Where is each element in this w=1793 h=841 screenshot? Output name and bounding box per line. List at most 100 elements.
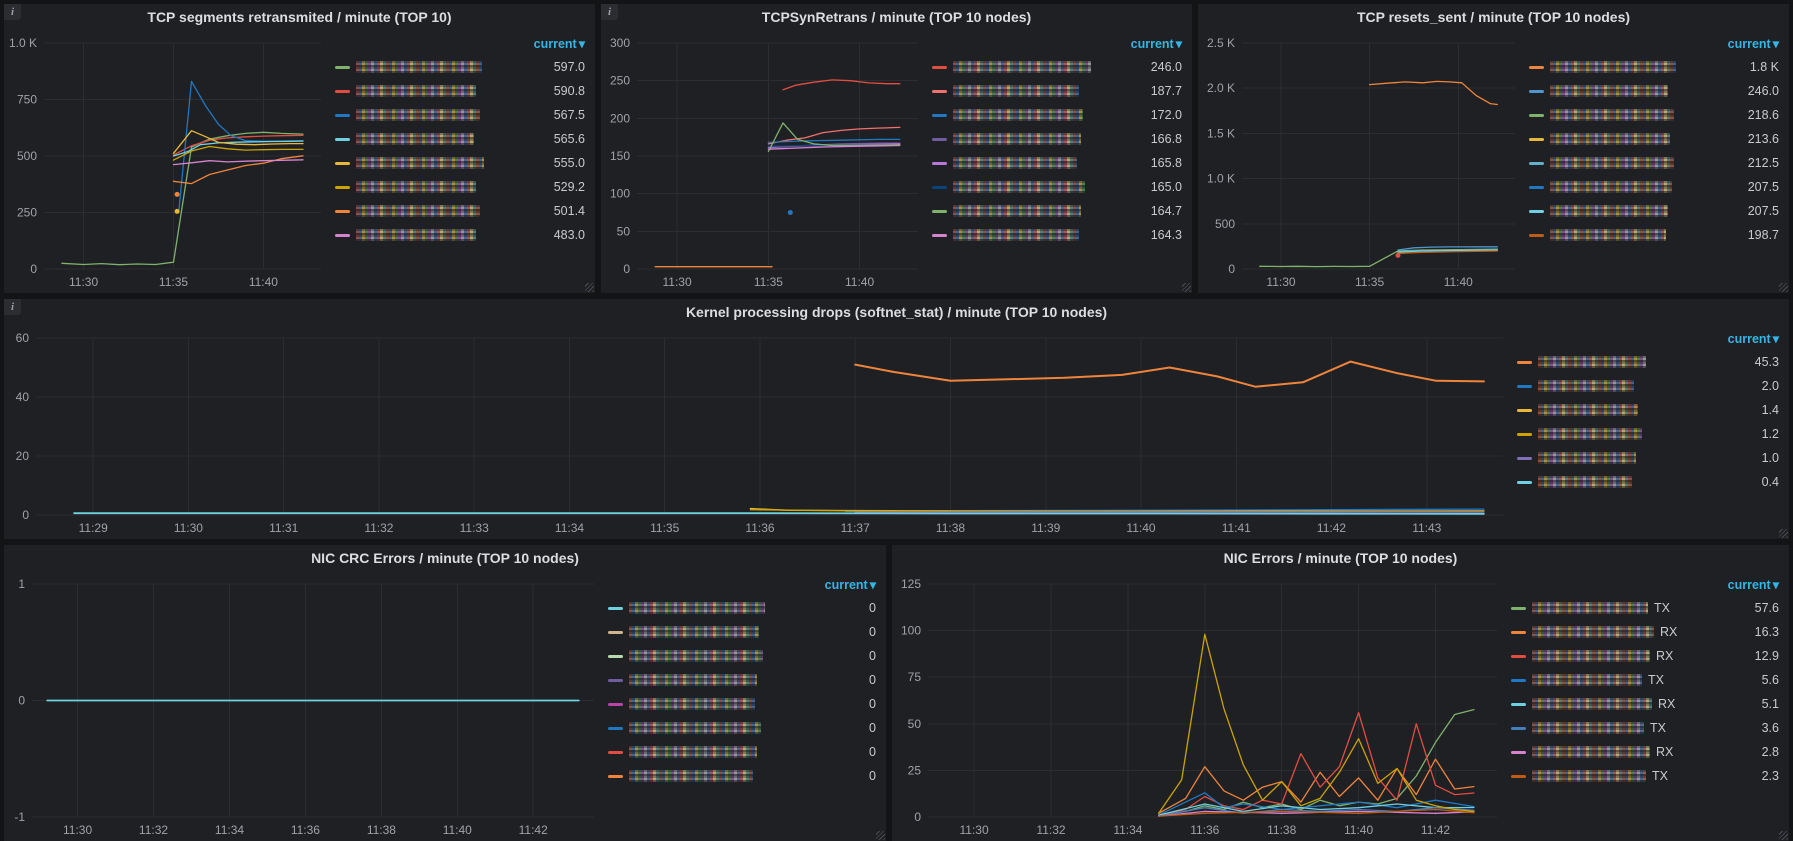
series-color-swatch: [608, 751, 623, 754]
panel-resize-handle[interactable]: [1779, 283, 1788, 292]
legend-item[interactable]: 1.8 K: [1529, 55, 1779, 79]
legend-item[interactable]: 565.6: [335, 127, 585, 151]
panel-title[interactable]: Kernel processing drops (softnet_stat) /…: [4, 299, 1789, 326]
series-name-redacted: [356, 229, 476, 241]
legend-item[interactable]: 555.0: [335, 151, 585, 175]
legend-item[interactable]: 0: [608, 716, 876, 740]
svg-text:750: 750: [17, 93, 37, 107]
series-color-swatch: [1511, 775, 1526, 778]
legend-item[interactable]: 2.0: [1517, 374, 1779, 398]
legend-item[interactable]: 567.5: [335, 103, 585, 127]
legend-sort-current[interactable]: current▾: [932, 33, 1182, 55]
legend-item[interactable]: 187.7: [932, 79, 1182, 103]
series-color-swatch: [335, 114, 350, 117]
panel-info-icon[interactable]: i: [4, 299, 21, 315]
legend-item[interactable]: 0: [608, 620, 876, 644]
legend-item[interactable]: 246.0: [932, 55, 1182, 79]
chevron-down-icon: ▾: [1176, 37, 1182, 51]
legend-item[interactable]: 1.0: [1517, 446, 1779, 470]
legend-item[interactable]: 218.6: [1529, 103, 1779, 127]
panel-resize-handle[interactable]: [876, 831, 885, 840]
legend-item[interactable]: 483.0: [335, 223, 585, 247]
chevron-down-icon: ▾: [870, 578, 876, 592]
series-name-redacted: [1532, 746, 1650, 758]
panel-title[interactable]: TCP resets_sent / minute (TOP 10 nodes): [1198, 4, 1789, 31]
legend-item[interactable]: 501.4: [335, 199, 585, 223]
legend-item[interactable]: 597.0: [335, 55, 585, 79]
legend-item[interactable]: 0: [608, 740, 876, 764]
legend-item[interactable]: RX2.8: [1511, 740, 1779, 764]
chart-tcp-resets-sent[interactable]: 05001.0 K1.5 K2.0 K2.5 K11:3011:3511:40: [1198, 31, 1529, 293]
legend-item[interactable]: TX2.3: [1511, 764, 1779, 788]
legend-sort-current[interactable]: current▾: [335, 33, 585, 55]
legend-item[interactable]: RX12.9: [1511, 644, 1779, 668]
panel-title[interactable]: TCP segments retransmited / minute (TOP …: [4, 4, 595, 31]
panel-resize-handle[interactable]: [1779, 529, 1788, 538]
legend-item[interactable]: RX16.3: [1511, 620, 1779, 644]
legend-item[interactable]: 0: [608, 692, 876, 716]
legend-sort-current[interactable]: current▾: [1511, 574, 1779, 596]
legend-item[interactable]: TX57.6: [1511, 596, 1779, 620]
series-name-redacted: [356, 205, 480, 217]
legend-item[interactable]: 45.3: [1517, 350, 1779, 374]
legend-item[interactable]: 198.7: [1529, 223, 1779, 247]
svg-text:0: 0: [30, 262, 37, 276]
series-color-swatch: [1511, 631, 1526, 634]
series-current-value: 5.1: [1762, 697, 1779, 711]
series-name-redacted: [629, 650, 763, 662]
legend-sort-current[interactable]: current▾: [1517, 328, 1779, 350]
panel-title[interactable]: NIC Errors / minute (TOP 10 nodes): [892, 545, 1789, 572]
legend-item[interactable]: 212.5: [1529, 151, 1779, 175]
panel-tcpsynretrans: i TCPSynRetrans / minute (TOP 10 nodes) …: [601, 4, 1192, 293]
panel-title[interactable]: TCPSynRetrans / minute (TOP 10 nodes): [601, 4, 1192, 31]
legend-item[interactable]: 207.5: [1529, 175, 1779, 199]
legend-item[interactable]: 1.2: [1517, 422, 1779, 446]
legend-item[interactable]: 0: [608, 668, 876, 692]
series-current-value: 0: [869, 625, 876, 639]
legend-item[interactable]: 1.4: [1517, 398, 1779, 422]
legend-item[interactable]: 172.0: [932, 103, 1182, 127]
legend-sort-current[interactable]: current▾: [1529, 33, 1779, 55]
legend-item[interactable]: 0: [608, 596, 876, 620]
legend-item[interactable]: 213.6: [1529, 127, 1779, 151]
legend-sort-current[interactable]: current▾: [608, 574, 876, 596]
chart-kernel-processing-drops[interactable]: 020406011:2911:3011:3111:3211:3311:3411:…: [4, 326, 1517, 539]
chart-nic-errors[interactable]: 025507510012511:3011:3211:3411:3611:3811…: [892, 572, 1511, 841]
legend-item[interactable]: 0: [608, 644, 876, 668]
panel-resize-handle[interactable]: [1182, 283, 1191, 292]
panel-info-icon[interactable]: i: [601, 4, 618, 20]
legend-item[interactable]: 166.8: [932, 127, 1182, 151]
chart-nic-crc-errors[interactable]: -10111:3011:3211:3411:3611:3811:4011:42: [4, 572, 608, 841]
legend-item[interactable]: 164.7: [932, 199, 1182, 223]
svg-text:11:41: 11:41: [1222, 521, 1251, 535]
legend-item[interactable]: TX3.6: [1511, 716, 1779, 740]
legend-item[interactable]: 529.2: [335, 175, 585, 199]
chart-tcp-segments-retransmitted[interactable]: 02505007501.0 K11:3011:3511:40: [4, 31, 335, 293]
series-name-redacted: [1550, 229, 1666, 241]
legend-item[interactable]: 246.0: [1529, 79, 1779, 103]
panel-title[interactable]: NIC CRC Errors / minute (TOP 10 nodes): [4, 545, 886, 572]
legend-item[interactable]: 0: [608, 764, 876, 788]
legend-item[interactable]: 165.8: [932, 151, 1182, 175]
legend-item[interactable]: 0.4: [1517, 470, 1779, 494]
legend-item[interactable]: RX5.1: [1511, 692, 1779, 716]
series-color-swatch: [335, 186, 350, 189]
panel-resize-handle[interactable]: [585, 283, 594, 292]
legend-item[interactable]: TX5.6: [1511, 668, 1779, 692]
panel-info-icon[interactable]: i: [4, 4, 21, 20]
svg-text:11:40: 11:40: [1126, 521, 1155, 535]
series-current-value: 16.3: [1755, 625, 1779, 639]
svg-text:11:35: 11:35: [754, 275, 783, 289]
svg-text:11:32: 11:32: [139, 823, 168, 837]
legend-item[interactable]: 165.0: [932, 175, 1182, 199]
chart-tcpsynretrans[interactable]: 05010015020025030011:3011:3511:40: [601, 31, 932, 293]
legend-item[interactable]: 590.8: [335, 79, 585, 103]
panel-kernel-processing-drops: i Kernel processing drops (softnet_stat)…: [4, 299, 1789, 539]
series-color-swatch: [608, 775, 623, 778]
panel-resize-handle[interactable]: [1779, 831, 1788, 840]
series-color-swatch: [932, 114, 947, 117]
svg-text:11:31: 11:31: [269, 521, 298, 535]
svg-text:11:42: 11:42: [519, 823, 548, 837]
legend-item[interactable]: 164.3: [932, 223, 1182, 247]
legend-item[interactable]: 207.5: [1529, 199, 1779, 223]
